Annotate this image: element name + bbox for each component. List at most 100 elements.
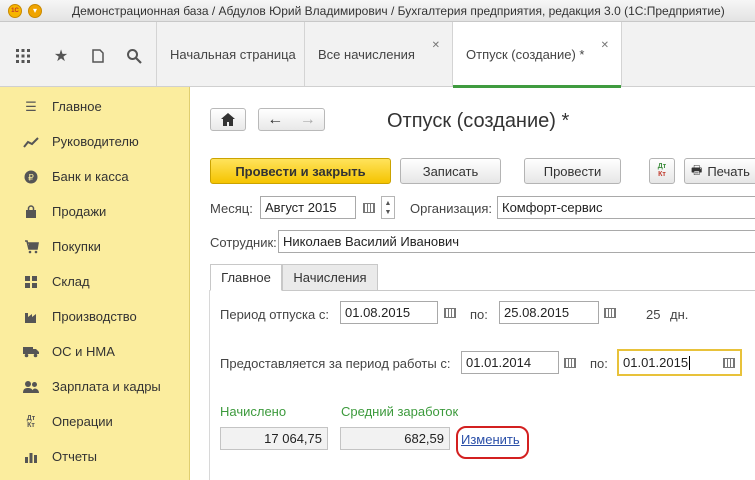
sidebar-item-label: Склад <box>52 274 90 289</box>
warehouse-icon <box>23 274 39 290</box>
page-title: Отпуск (создание) * <box>387 110 570 132</box>
work-period-start-field[interactable]: 01.01.2014 <box>461 351 559 374</box>
window-title: Демонстрационная база / Абдулов Юрий Вла… <box>72 3 725 18</box>
trend-chart-icon <box>23 134 39 150</box>
back-arrow-icon[interactable]: ← <box>267 111 283 129</box>
printer-icon: 🖶 <box>691 162 703 177</box>
calendar-icon[interactable] <box>440 302 460 323</box>
work-period-end-value: 01.01.2015 <box>623 355 689 370</box>
menu-lines-icon: ☰ <box>25 98 37 114</box>
nav-history-group: ← → <box>258 108 325 131</box>
month-field[interactable]: Август 2015 <box>260 196 356 219</box>
search-icon[interactable] <box>125 47 143 65</box>
highlight-circle <box>456 426 529 459</box>
sidebar-item-production[interactable]: Производство <box>0 299 190 334</box>
home-button[interactable] <box>210 108 246 131</box>
days-unit: дн. <box>670 307 689 322</box>
tab-label: Начальная страница <box>170 46 296 62</box>
chevron-down-icon[interactable]: ▼ <box>385 208 392 217</box>
vacation-period-to-label: по: <box>470 307 488 322</box>
text-cursor <box>689 355 691 370</box>
calendar-icon[interactable] <box>719 352 739 373</box>
sidebar-item-warehouse[interactable]: Склад <box>0 264 190 299</box>
tab-all-accruals[interactable]: Все начисления ✕ <box>305 22 453 86</box>
sidebar-item-manager[interactable]: Руководителю <box>0 124 190 159</box>
employee-label: Сотрудник: <box>210 235 277 250</box>
main-menu-icon[interactable]: ▾ <box>28 3 42 18</box>
chevron-up-icon[interactable]: ▲ <box>385 199 392 208</box>
sidebar-item-fixed-assets[interactable]: ОС и НМА <box>0 334 190 369</box>
sidebar-item-label: Продажи <box>52 204 107 219</box>
sidebar-item-label: ОС и НМА <box>52 344 115 359</box>
favorites-star-icon[interactable]: ★ <box>52 47 70 65</box>
close-icon[interactable]: ✕ <box>601 40 609 51</box>
average-earnings-label: Средний заработок <box>341 404 459 419</box>
apps-grid-icon[interactable] <box>14 47 32 65</box>
organization-label: Организация: <box>410 201 493 216</box>
window-titlebar: 1С ▾ Демонстрационная база / Абдулов Юри… <box>0 0 755 22</box>
work-period-from-label: Предоставляется за период работы с: <box>220 356 451 371</box>
debit-credit-icon: Дт Кт <box>26 414 36 429</box>
sidebar-item-label: Руководителю <box>52 134 139 149</box>
vacation-end-date-field[interactable]: 25.08.2015 <box>499 301 599 324</box>
credit-mark: Кт <box>658 171 666 178</box>
shopping-cart-icon <box>23 239 39 255</box>
app-logo-icon[interactable]: 1С <box>8 3 22 18</box>
sidebar-item-label: Производство <box>52 309 137 324</box>
report-chart-icon <box>23 449 39 465</box>
document-form: ← → Отпуск (создание) * Провести и закры… <box>191 88 755 480</box>
tab-vacation-create[interactable]: Отпуск (создание) * ✕ <box>453 22 622 88</box>
shopping-bag-icon <box>23 204 39 220</box>
month-stepper[interactable]: ▲ ▼ <box>381 196 395 219</box>
top-toolbar: ★ Начальная страница Все начисления ✕ От… <box>0 22 755 88</box>
calendar-icon[interactable] <box>560 352 580 373</box>
month-label: Месяц: <box>210 201 253 216</box>
calendar-icon[interactable] <box>359 197 379 218</box>
history-icon[interactable] <box>89 47 107 65</box>
work-period-to-label: по: <box>590 356 608 371</box>
sidebar-item-salary-hr[interactable]: Зарплата и кадры <box>0 369 190 404</box>
debit-credit-button[interactable]: Дт Кт <box>649 158 675 184</box>
print-label: Печать <box>707 163 750 179</box>
employee-field[interactable]: Николаев Василий Иванович <box>278 230 755 253</box>
calendar-icon[interactable] <box>600 302 620 323</box>
app-logo-text: 1С <box>11 7 19 14</box>
sidebar-item-label: Отчеты <box>52 449 97 464</box>
svg-text:₽: ₽ <box>28 172 34 182</box>
vacation-period-from-label: Период отпуска с: <box>220 307 329 322</box>
post-button[interactable]: Провести <box>524 158 621 184</box>
print-button[interactable]: 🖶 Печать <box>684 158 755 184</box>
sidebar-item-reports[interactable]: Отчеты <box>0 439 190 474</box>
sidebar-item-operations[interactable]: Дт Кт Операции <box>0 404 190 439</box>
sidebar-item-label: Главное <box>52 99 102 114</box>
tab-label: Отпуск (создание) * <box>466 47 585 62</box>
debit-credit-icon: Дт <box>657 163 667 170</box>
sidebar-item-label: Операции <box>52 414 113 429</box>
people-icon <box>23 379 39 395</box>
vacation-start-date-field[interactable]: 01.08.2015 <box>340 301 438 324</box>
tab-main[interactable]: Главное <box>210 264 282 291</box>
accrued-amount: 17 064,75 <box>220 427 328 450</box>
tab-home[interactable]: Начальная страница <box>156 22 305 86</box>
organization-field[interactable]: Комфорт-сервис <box>497 196 755 219</box>
tab-panel-border <box>209 290 210 480</box>
sidebar-item-label: Банк и касса <box>52 169 129 184</box>
sidebar-item-label: Зарплата и кадры <box>52 379 161 394</box>
ruble-coin-icon: ₽ <box>23 169 39 185</box>
average-earnings-amount: 682,59 <box>340 427 450 450</box>
sidebar-item-main[interactable]: ☰ Главное <box>0 89 190 124</box>
sections-sidebar: ☰ Главное Руководителю ₽ Банк и касса Пр… <box>0 87 190 480</box>
tab-label: Все начисления <box>318 46 415 62</box>
sidebar-item-purchases[interactable]: Покупки <box>0 229 190 264</box>
days-count: 25 <box>646 307 661 322</box>
post-and-close-button[interactable]: Провести и закрыть <box>210 158 391 184</box>
factory-icon <box>23 309 39 325</box>
truck-icon <box>23 344 39 360</box>
save-button[interactable]: Записать <box>400 158 501 184</box>
sidebar-item-sales[interactable]: Продажи <box>0 194 190 229</box>
sidebar-item-bank[interactable]: ₽ Банк и касса <box>0 159 190 194</box>
forward-arrow-icon[interactable]: → <box>300 111 316 129</box>
tab-accruals[interactable]: Начисления <box>282 264 378 291</box>
close-icon[interactable]: ✕ <box>432 40 440 51</box>
tab-divider <box>378 290 755 291</box>
